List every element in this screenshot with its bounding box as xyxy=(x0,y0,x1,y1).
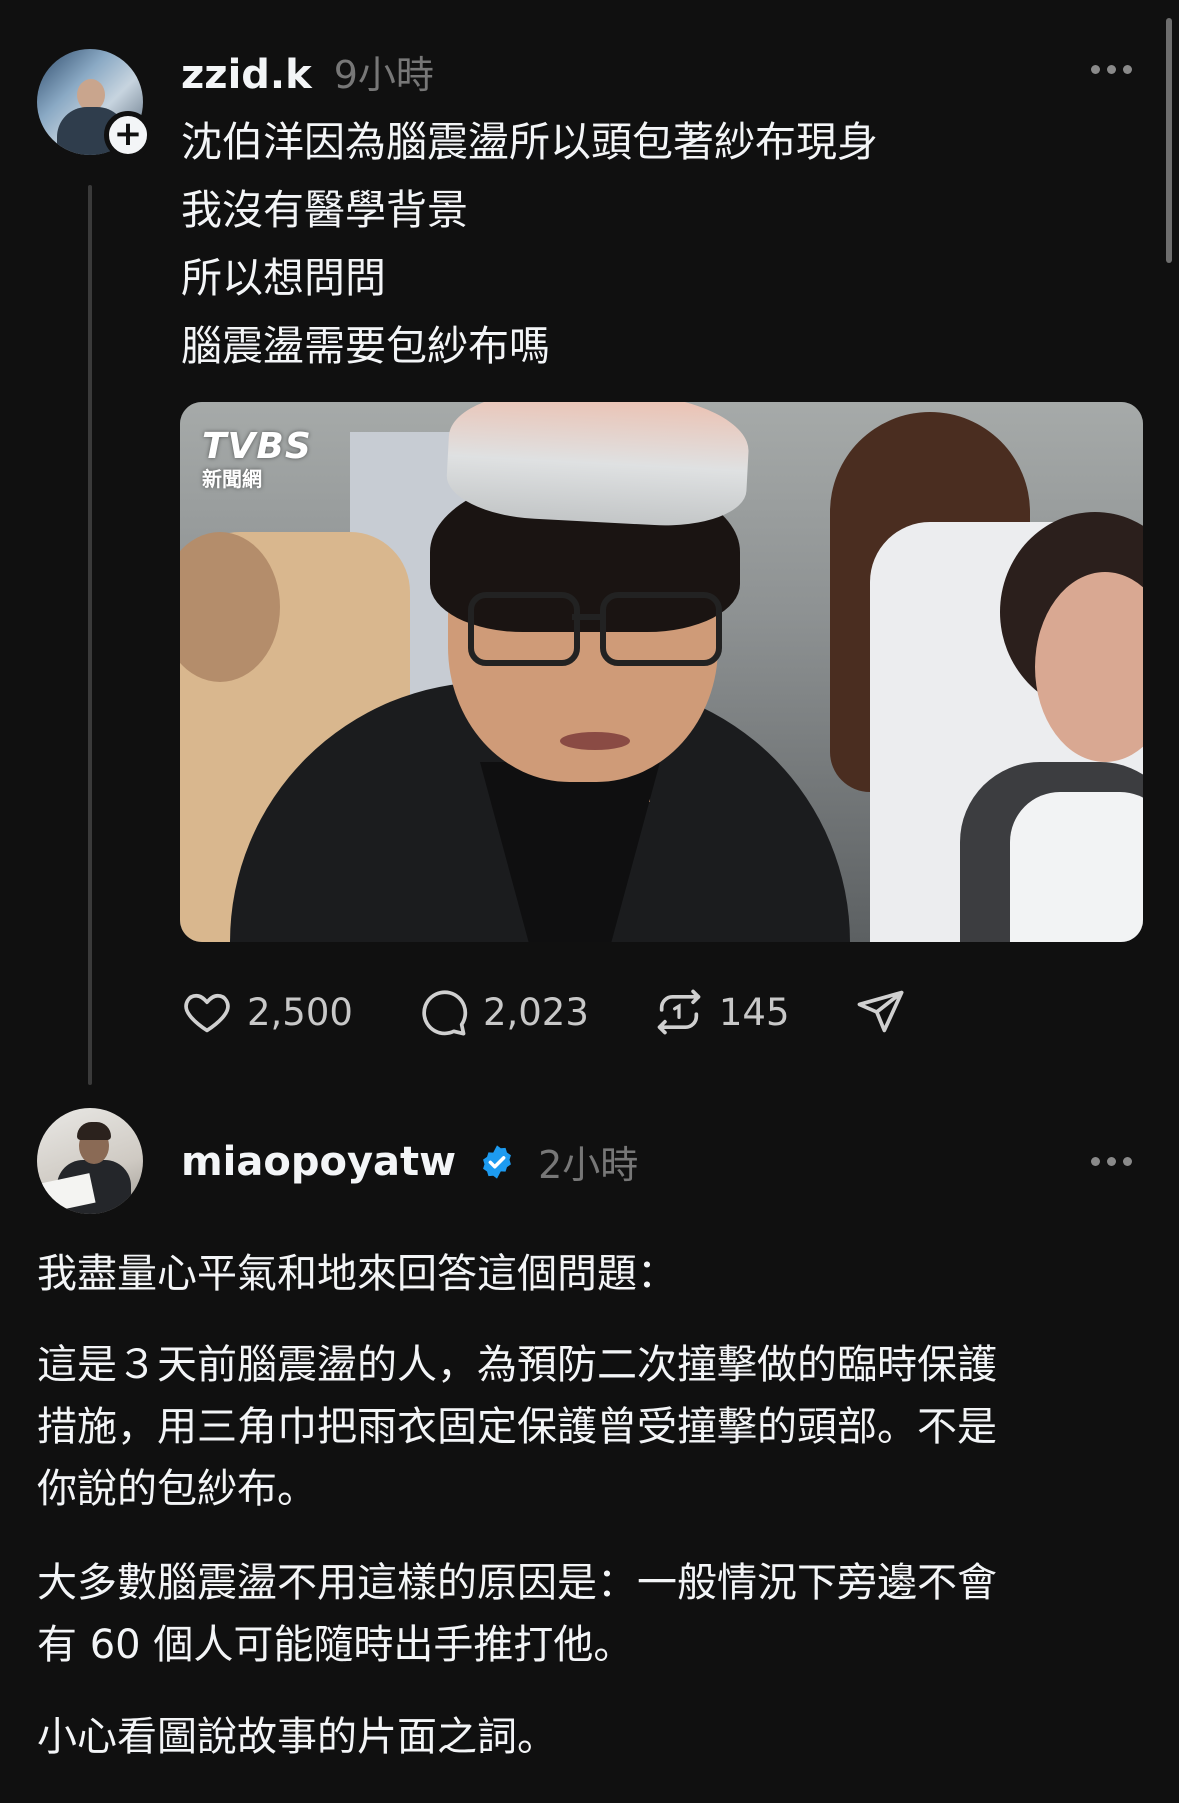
post-time: 9小時 xyxy=(333,53,434,97)
image-bandage xyxy=(444,402,752,530)
post-image[interactable]: TVBS 新聞網 xyxy=(180,402,1143,942)
reply-time: 2小時 xyxy=(538,1143,639,1187)
reply-line: 小心看圖說故事的片面之詞。 xyxy=(37,1714,557,1760)
image-glasses xyxy=(600,592,722,666)
like-button[interactable]: 2,500 xyxy=(181,986,353,1038)
post-actions: 2,500 2,023 145 xyxy=(181,986,970,1038)
thread-line xyxy=(88,185,92,1085)
post-line: 所以想問問 xyxy=(181,254,386,302)
reply-paragraph: 大多數腦震盪不用這樣的原因是：一般情況下旁邊不會 有 60 個人可能隨時出手推打… xyxy=(37,1552,1147,1676)
comment-icon xyxy=(422,990,468,1036)
reply-line: 你說的包紗布。 xyxy=(37,1466,317,1512)
reply-paragraph: 我盡量心平氣和地來回答這個問題： xyxy=(37,1243,1147,1305)
post-line: 腦震盪需要包紗布嗎 xyxy=(181,322,550,370)
post-header: zzid.k 9小時 xyxy=(181,44,434,99)
image-glasses xyxy=(468,592,580,666)
send-icon xyxy=(857,990,904,1033)
heart-icon xyxy=(184,993,230,1033)
follow-plus-icon[interactable]: + xyxy=(104,111,152,159)
reply-line: 大多數腦震盪不用這樣的原因是：一般情況下旁邊不會 xyxy=(37,1560,997,1606)
share-button[interactable] xyxy=(854,986,906,1038)
reply-line: 措施，用三角巾把雨衣固定保護曾受撞擊的頭部。不是 xyxy=(37,1404,997,1450)
post-username[interactable]: zzid.k xyxy=(181,52,312,98)
reply-paragraph: 小心看圖說故事的片面之詞。 xyxy=(37,1706,1147,1768)
scrollbar[interactable] xyxy=(1166,18,1172,263)
post-text: 沈伯洋因為腦震盪所以頭包著紗布現身 我沒有醫學背景 所以想問問 腦震盪需要包紗布… xyxy=(181,108,878,380)
reply-line: 這是３天前腦震盪的人，為預防二次撞擊做的臨時保護 xyxy=(37,1342,997,1388)
reply-line: 有 60 個人可能隨時出手推打他。 xyxy=(37,1622,634,1668)
reply-line: 我盡量心平氣和地來回答這個問題： xyxy=(37,1251,677,1297)
post-line: 沈伯洋因為腦震盪所以頭包著紗布現身 xyxy=(181,118,878,166)
tvbs-logo: TVBS 新聞網 xyxy=(202,426,312,491)
reply-button[interactable]: 2,023 xyxy=(417,986,589,1038)
repost-count: 145 xyxy=(718,990,790,1034)
avatar[interactable] xyxy=(37,1108,143,1214)
image-glasses xyxy=(572,614,602,620)
verified-badge-icon xyxy=(483,1144,512,1179)
more-options-icon[interactable] xyxy=(1091,1157,1132,1166)
image-person-main xyxy=(560,732,630,750)
more-options-icon[interactable] xyxy=(1091,65,1132,74)
reply-username[interactable]: miaopoyatw xyxy=(181,1139,456,1185)
post-line: 我沒有醫學背景 xyxy=(181,186,468,234)
like-count: 2,500 xyxy=(247,990,353,1034)
repost-icon xyxy=(657,989,701,1035)
reply-header: miaopoyatw 2小時 xyxy=(181,1134,638,1189)
image-person xyxy=(1010,792,1143,942)
reply-count: 2,023 xyxy=(482,990,589,1034)
repost-button[interactable]: 145 xyxy=(653,986,790,1038)
reply-paragraph: 這是３天前腦震盪的人，為預防二次撞擊做的臨時保護 措施，用三角巾把雨衣固定保護曾… xyxy=(37,1334,1147,1520)
avatar-hair xyxy=(77,1122,111,1140)
